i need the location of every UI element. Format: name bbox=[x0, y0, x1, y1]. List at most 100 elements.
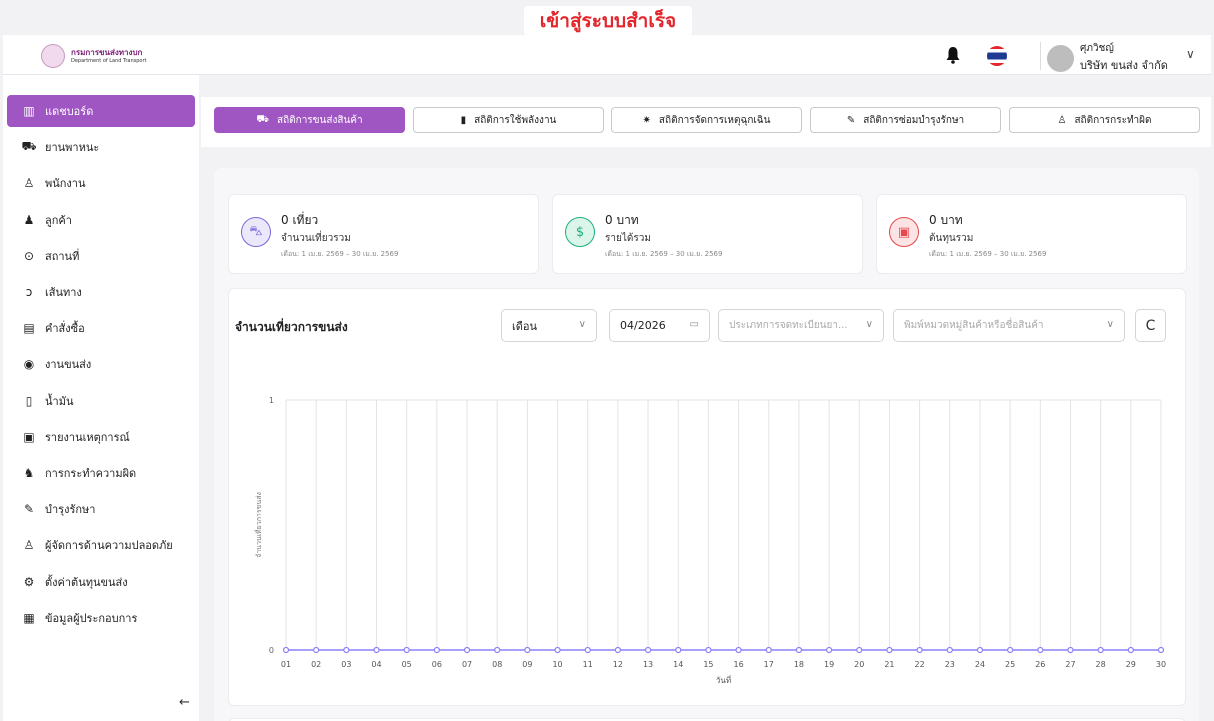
sidebar-item[interactable]: ▤ คำสั่งซื้อ bbox=[7, 312, 195, 344]
x-tick-label: 08 bbox=[492, 660, 502, 669]
data-point bbox=[705, 646, 712, 654]
card-period: เดือน: 1 เม.ย. 2569 – 30 เม.ย. 2569 bbox=[281, 250, 399, 258]
registration-type-select[interactable]: ประเภทการจดทะเบียนยา... ∨ bbox=[718, 309, 884, 342]
period-select-value: เดือน bbox=[512, 319, 538, 333]
location-pin-icon: ⊙ bbox=[23, 248, 35, 263]
month-input[interactable]: 04/2026 ▭ bbox=[609, 309, 710, 342]
y-tick-label: 1 bbox=[269, 396, 274, 405]
stats-tab-label: สถิติการจัดการเหตุฉุกเฉิน bbox=[658, 114, 771, 126]
data-point bbox=[886, 646, 893, 654]
trip-line-chart: 0101 02 03 04 05 06 07 08 09 10 11 12 13 14 15 16 17 18 19… bbox=[254, 396, 1166, 685]
data-point bbox=[1097, 646, 1104, 654]
sidebar-item-label: ลูกค้า bbox=[45, 213, 72, 227]
summary-card: ⛍ 0 เที่ยว จำนวนเที่ยวรวม เดือน: 1 เม.ย. 25… bbox=[228, 194, 539, 274]
x-tick-label: 01 bbox=[281, 660, 291, 669]
sidebar-item[interactable]: ⚙ ตั้งค่าต้นทุนขนส่ง bbox=[7, 566, 195, 598]
stats-tab[interactable]: ⛟ สถิติการขนส่งสินค้า bbox=[214, 107, 405, 133]
wrench-icon: ✎ bbox=[846, 114, 856, 126]
stats-tab[interactable]: ▮ สถิติการใช้พลังงาน bbox=[413, 107, 604, 133]
x-tick-label: 17 bbox=[764, 660, 774, 669]
x-axis-label: วันที่ bbox=[716, 674, 731, 685]
period-select[interactable]: เดือน ∨ bbox=[501, 309, 597, 342]
data-point bbox=[826, 646, 833, 654]
thai-flag-language-icon[interactable] bbox=[987, 46, 1007, 66]
battery-icon: ▮ bbox=[460, 114, 467, 126]
calendar-icon: ▭ bbox=[689, 319, 699, 330]
top-bar: กรมการขนส่งทางบก Department of Land Tran… bbox=[3, 35, 1211, 75]
stats-tab[interactable]: ♙ สถิติการกระทำผิด bbox=[1009, 107, 1200, 133]
truck-icon: ⛟ bbox=[256, 113, 269, 125]
sidebar-item[interactable]: ▯ น้ำมัน bbox=[7, 385, 195, 417]
x-tick-label: 29 bbox=[1126, 660, 1136, 669]
x-tick-label: 16 bbox=[733, 660, 743, 669]
building-icon: ▦ bbox=[23, 610, 35, 625]
stats-tab-label: สถิติการกระทำผิด bbox=[1074, 114, 1152, 126]
divider bbox=[1040, 42, 1041, 70]
sidebar-item-label: น้ำมัน bbox=[45, 394, 74, 408]
dlt-logo[interactable]: กรมการขนส่งทางบก Department of Land Tran… bbox=[41, 44, 147, 68]
x-tick-label: 30 bbox=[1156, 660, 1166, 669]
data-point bbox=[735, 646, 742, 654]
sidebar-item[interactable]: ✎ บำรุงรักษา bbox=[7, 493, 195, 525]
data-point bbox=[644, 646, 652, 654]
stats-tab[interactable]: ✷ สถิติการจัดการเหตุฉุกเฉิน bbox=[611, 107, 802, 133]
stats-tab-label: สถิติการซ่อมบำรุงรักษา bbox=[863, 114, 965, 126]
logo-name-en: Department of Land Transport bbox=[71, 58, 147, 64]
sidebar-item-label: สถานที่ bbox=[45, 249, 80, 263]
avatar[interactable] bbox=[1047, 45, 1074, 72]
user-company[interactable]: บริษัท ขนส่ง จำกัด bbox=[1080, 56, 1168, 74]
card-label: จำนวนเที่ยวรวม bbox=[281, 233, 351, 244]
summary-card: $0 บาท รายได้รวม เดือน: 1 เม.ย. 2569 – 30 … bbox=[552, 194, 863, 274]
sidebar-item-label: ยานพาหนะ bbox=[45, 141, 100, 155]
sidebar-item[interactable]: ◉ งานขนส่ง bbox=[7, 348, 195, 380]
data-point bbox=[946, 646, 953, 654]
sidebar-item[interactable]: ▥ แดชบอร์ด bbox=[7, 95, 195, 127]
card-label: รายได้รวม bbox=[605, 233, 651, 244]
wrench-icon: ✎ bbox=[23, 502, 35, 517]
refresh-icon: C bbox=[1145, 317, 1156, 334]
data-point bbox=[795, 646, 803, 654]
x-tick-label: 27 bbox=[1065, 660, 1075, 669]
sidebar-item[interactable]: ⊙ สถานที่ bbox=[7, 240, 195, 272]
card-value: 0 บาท bbox=[605, 213, 639, 227]
sidebar-item[interactable]: ♟ ลูกค้า bbox=[7, 204, 195, 236]
product-search-placeholder: พิมพ์หมวดหมู่สินค้าหรือชื่อสินค้า bbox=[904, 320, 1044, 331]
stats-tab[interactable]: ✎ สถิติการซ่อมบำรุงรักษา bbox=[810, 107, 1001, 133]
x-tick-label: 20 bbox=[854, 660, 864, 669]
x-tick-label: 24 bbox=[975, 660, 985, 669]
sidebar-item[interactable]: ▣ รายงานเหตุการณ์ bbox=[7, 421, 195, 453]
sidebar-item[interactable]: ♙ พนักงาน bbox=[7, 167, 195, 199]
sidebar-item[interactable]: ♞ การกระทำความผิด bbox=[7, 457, 195, 489]
x-tick-label: 25 bbox=[1005, 660, 1015, 669]
data-point bbox=[1157, 646, 1165, 654]
sidebar-item-label: เส้นทาง bbox=[45, 286, 82, 299]
card-label: ต้นทุนรวม bbox=[929, 233, 974, 244]
data-point bbox=[403, 646, 410, 654]
sidebar-item-label: คำสั่งซื้อ bbox=[45, 322, 85, 336]
x-tick-label: 06 bbox=[432, 660, 442, 669]
product-search-select[interactable]: พิมพ์หมวดหมู่สินค้าหรือชื่อสินค้า ∨ bbox=[893, 309, 1125, 342]
stats-tab-label: สถิติการใช้พลังงาน bbox=[474, 114, 557, 126]
card-period: เดือน: 1 เม.ย. 2569 – 30 เม.ย. 2569 bbox=[929, 250, 1047, 258]
sidebar-item[interactable]: ↄ เส้นทาง bbox=[7, 276, 195, 308]
refresh-button[interactable]: C bbox=[1135, 309, 1166, 342]
chevron-down-icon: ∨ bbox=[865, 319, 873, 330]
data-point bbox=[976, 646, 984, 654]
x-tick-label: 14 bbox=[673, 660, 683, 669]
sidebar-item[interactable]: ⛟ ยานพาหนะ bbox=[7, 131, 195, 163]
sidebar-item[interactable]: ▦ ข้อมูลผู้ประกอบการ bbox=[7, 602, 195, 634]
x-tick-label: 12 bbox=[613, 660, 623, 669]
car-icon: ⛍ bbox=[241, 217, 271, 247]
data-point bbox=[675, 646, 682, 654]
user-name[interactable]: ศุภวิชญ์ bbox=[1080, 41, 1114, 56]
gear-icon: ⚙ bbox=[23, 574, 35, 589]
collapse-sidebar-icon[interactable]: ← bbox=[179, 695, 190, 710]
data-point bbox=[1007, 646, 1014, 654]
sidebar-item[interactable]: ♙ ผู้จัดการด้านความปลอดภัย bbox=[7, 529, 195, 561]
y-axis-label: จำนวนเที่ยวการขนส่ง bbox=[254, 492, 263, 558]
sidebar-item-label: บำรุงรักษา bbox=[45, 503, 96, 517]
notification-bell-icon[interactable] bbox=[945, 46, 961, 64]
chevron-down-icon[interactable]: ∨ bbox=[1186, 47, 1195, 61]
sidebar-item-label: แดชบอร์ด bbox=[45, 105, 94, 118]
month-input-value: 04/2026 bbox=[620, 319, 666, 332]
